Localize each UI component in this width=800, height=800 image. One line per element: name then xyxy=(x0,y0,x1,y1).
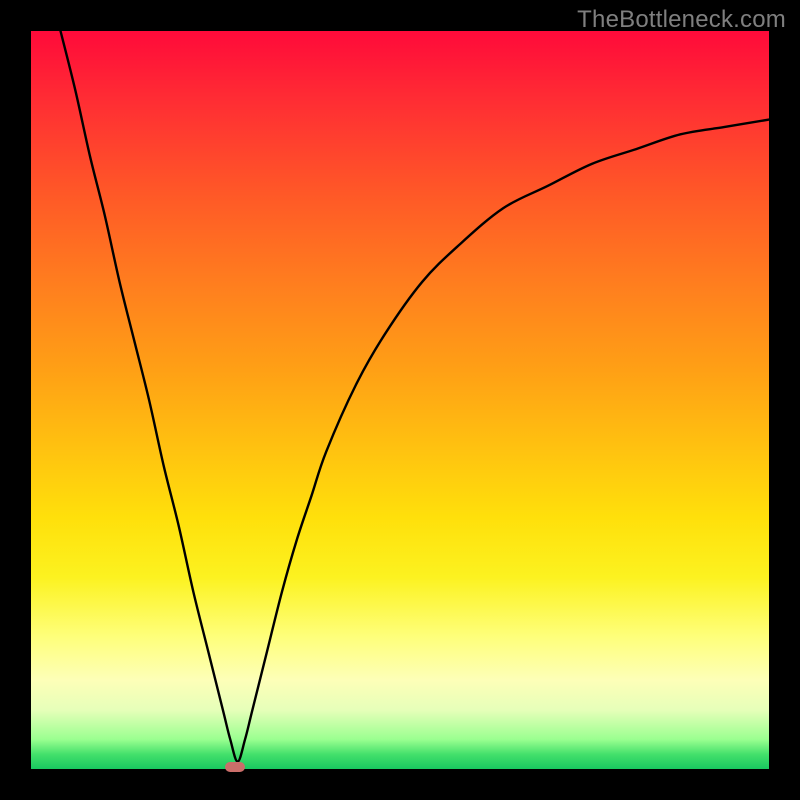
chart-frame: TheBottleneck.com xyxy=(0,0,800,800)
bottleneck-curve-path xyxy=(61,31,769,762)
min-marker xyxy=(225,762,245,772)
plot-area xyxy=(31,31,769,769)
watermark-text: TheBottleneck.com xyxy=(577,6,786,34)
curve-svg xyxy=(31,31,769,769)
